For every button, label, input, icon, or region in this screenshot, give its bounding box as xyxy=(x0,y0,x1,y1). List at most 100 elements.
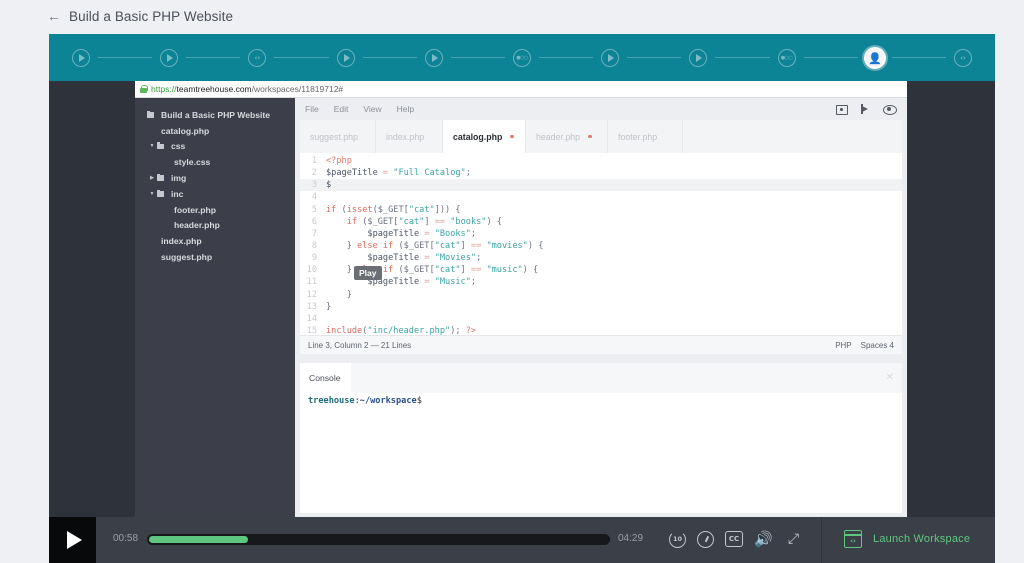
editor-tab[interactable]: footer.php xyxy=(608,120,683,153)
code-token: $ xyxy=(326,180,332,191)
video-frame[interactable]: https://teamtreehouse.com/workspaces/118… xyxy=(135,81,907,517)
code-token: == xyxy=(434,216,446,227)
tree-folder[interactable]: ▶ img xyxy=(135,170,295,186)
line-number: 14 xyxy=(306,313,317,324)
tree-file[interactable]: header.php xyxy=(135,218,295,234)
code-token: ($_GET[ xyxy=(393,240,435,251)
console-header: Console ✕ xyxy=(300,363,902,393)
stage-code-circle-icon[interactable]: ‹› xyxy=(954,49,972,67)
tree-file[interactable]: style.css xyxy=(135,154,295,170)
fullscreen-icon[interactable]: ⤢ xyxy=(784,529,803,549)
tree-folder[interactable]: ▼ inc xyxy=(135,186,295,202)
stage-connector xyxy=(803,57,858,58)
tree-folder[interactable]: ▼ css xyxy=(135,139,295,155)
eye-icon[interactable] xyxy=(883,103,897,115)
tree-file[interactable]: index.php xyxy=(135,233,295,249)
editor-tab[interactable]: catalog.php xyxy=(443,120,526,153)
browser-url-bar: https://teamtreehouse.com/workspaces/118… xyxy=(135,81,907,98)
arrow-left-icon[interactable]: ← xyxy=(47,9,61,23)
console-body[interactable]: treehouse:~/workspace$ xyxy=(300,393,902,409)
code-token: "books" xyxy=(450,216,487,227)
caret-down-icon[interactable]: ▼ xyxy=(147,191,157,197)
menu-edit[interactable]: Edit xyxy=(334,104,349,114)
language-mode[interactable]: PHP xyxy=(835,341,851,350)
code-token: $pageTitle xyxy=(326,168,378,179)
tab-label: footer.php xyxy=(618,131,658,142)
code-token: if xyxy=(326,204,337,215)
tree-file[interactable]: catalog.php xyxy=(135,123,295,139)
menu-file[interactable]: File xyxy=(305,104,319,114)
prompt-sign: $ xyxy=(416,396,422,406)
tree-file[interactable]: footer.php xyxy=(135,202,295,218)
code-token: ($_GET[ xyxy=(393,265,435,276)
line-number: 1 xyxy=(311,156,317,166)
line-number: 4 xyxy=(311,192,317,203)
code-line: 11 $pageTitle = "Music"; xyxy=(300,276,902,288)
play-button[interactable] xyxy=(49,517,96,563)
tree-folder[interactable]: Build a Basic PHP Website xyxy=(135,107,295,123)
lock-icon xyxy=(140,85,148,93)
code-area[interactable]: 1 <?php 2 $pageTitle = "Full Catalog"; 3 $4 5 i… xyxy=(300,153,902,336)
rewind-10-icon[interactable]: 10 xyxy=(669,530,686,548)
tab-label: index.php xyxy=(386,131,425,142)
tree-item-label: suggest.php xyxy=(161,252,213,263)
close-icon[interactable]: ✕ xyxy=(886,372,894,383)
folder-icon xyxy=(157,174,164,181)
stage-play-circle-icon[interactable] xyxy=(72,49,90,67)
tree-item-label: css xyxy=(171,141,186,152)
share-icon[interactable] xyxy=(859,103,871,115)
console-tab[interactable]: Console xyxy=(300,363,351,393)
stage-play-circle-icon[interactable] xyxy=(601,49,620,67)
editor-tab[interactable]: header.php xyxy=(526,120,608,153)
editor-tab[interactable]: suggest.php xyxy=(300,120,376,153)
line-number: 9 xyxy=(311,253,317,264)
stage-quiz-circle-icon[interactable]: ●○○ xyxy=(513,49,531,67)
launch-workspace-button[interactable]: ‹› Launch Workspace xyxy=(844,530,970,548)
code-token: == xyxy=(470,265,482,276)
tree-item-label: catalog.php xyxy=(161,125,210,136)
code-editor: File Edit View Help suggest.php index.php… xyxy=(295,98,907,517)
stage-user-avatar-icon[interactable]: 👤 xyxy=(863,47,886,69)
tree-file[interactable]: suggest.php xyxy=(135,249,295,265)
console-panel: Console ✕ treehouse:~/workspace$ xyxy=(300,363,902,513)
code-token: ; xyxy=(470,277,477,288)
code-token: } xyxy=(326,240,358,251)
prompt-user: treehouse xyxy=(308,396,355,406)
stage-play-circle-icon[interactable] xyxy=(689,49,708,67)
code-line: 4 xyxy=(300,191,902,203)
stage-code-circle-icon[interactable]: ‹› xyxy=(248,49,267,67)
code-line: 10 } else if ($_GET["cat"] == "music") { xyxy=(300,264,902,276)
player-control-icons: 10 CC 🔊 ⤢ xyxy=(669,529,803,549)
stage-quiz-circle-icon[interactable]: ●○○ xyxy=(777,49,796,67)
code-line: 12 } xyxy=(300,289,902,301)
camera-icon[interactable] xyxy=(835,103,848,115)
quiz-circle-icon: ●○○ xyxy=(516,54,528,61)
caret-right-icon[interactable]: ▶ xyxy=(147,175,157,181)
playback-speed-icon[interactable] xyxy=(697,530,714,548)
stage-connector xyxy=(98,57,153,58)
line-number: 10 xyxy=(306,265,317,276)
menu-view[interactable]: View xyxy=(363,104,381,114)
tree-item-label: footer.php xyxy=(174,204,217,215)
indent-setting[interactable]: Spaces 4 xyxy=(861,341,894,350)
code-line: 7 $pageTitle = "Books"; xyxy=(300,228,902,240)
editor-tab[interactable]: index.php xyxy=(376,120,443,153)
workspace-icon: ‹› xyxy=(844,530,862,548)
menu-help[interactable]: Help xyxy=(397,104,414,114)
closed-captions-icon[interactable]: CC xyxy=(725,531,743,547)
stage-play-circle-icon[interactable] xyxy=(160,49,179,67)
editor-menubar: File Edit View Help xyxy=(295,98,907,120)
volume-icon[interactable]: 🔊 xyxy=(754,529,773,549)
course-title[interactable]: Build a Basic PHP Website xyxy=(69,9,233,24)
code-line: 2 $pageTitle = "Full Catalog"; xyxy=(300,167,902,179)
progress-scrubber[interactable] xyxy=(147,534,610,545)
code-token: ])) { xyxy=(434,204,461,215)
stage-play-circle-icon[interactable] xyxy=(424,49,443,67)
code-token: else if xyxy=(357,240,394,251)
stage-connector xyxy=(186,57,241,58)
stage-play-circle-icon[interactable] xyxy=(336,49,355,67)
code-token: ) { xyxy=(522,265,539,276)
play-tooltip: Play xyxy=(354,266,382,280)
caret-down-icon[interactable]: ▼ xyxy=(147,143,157,149)
